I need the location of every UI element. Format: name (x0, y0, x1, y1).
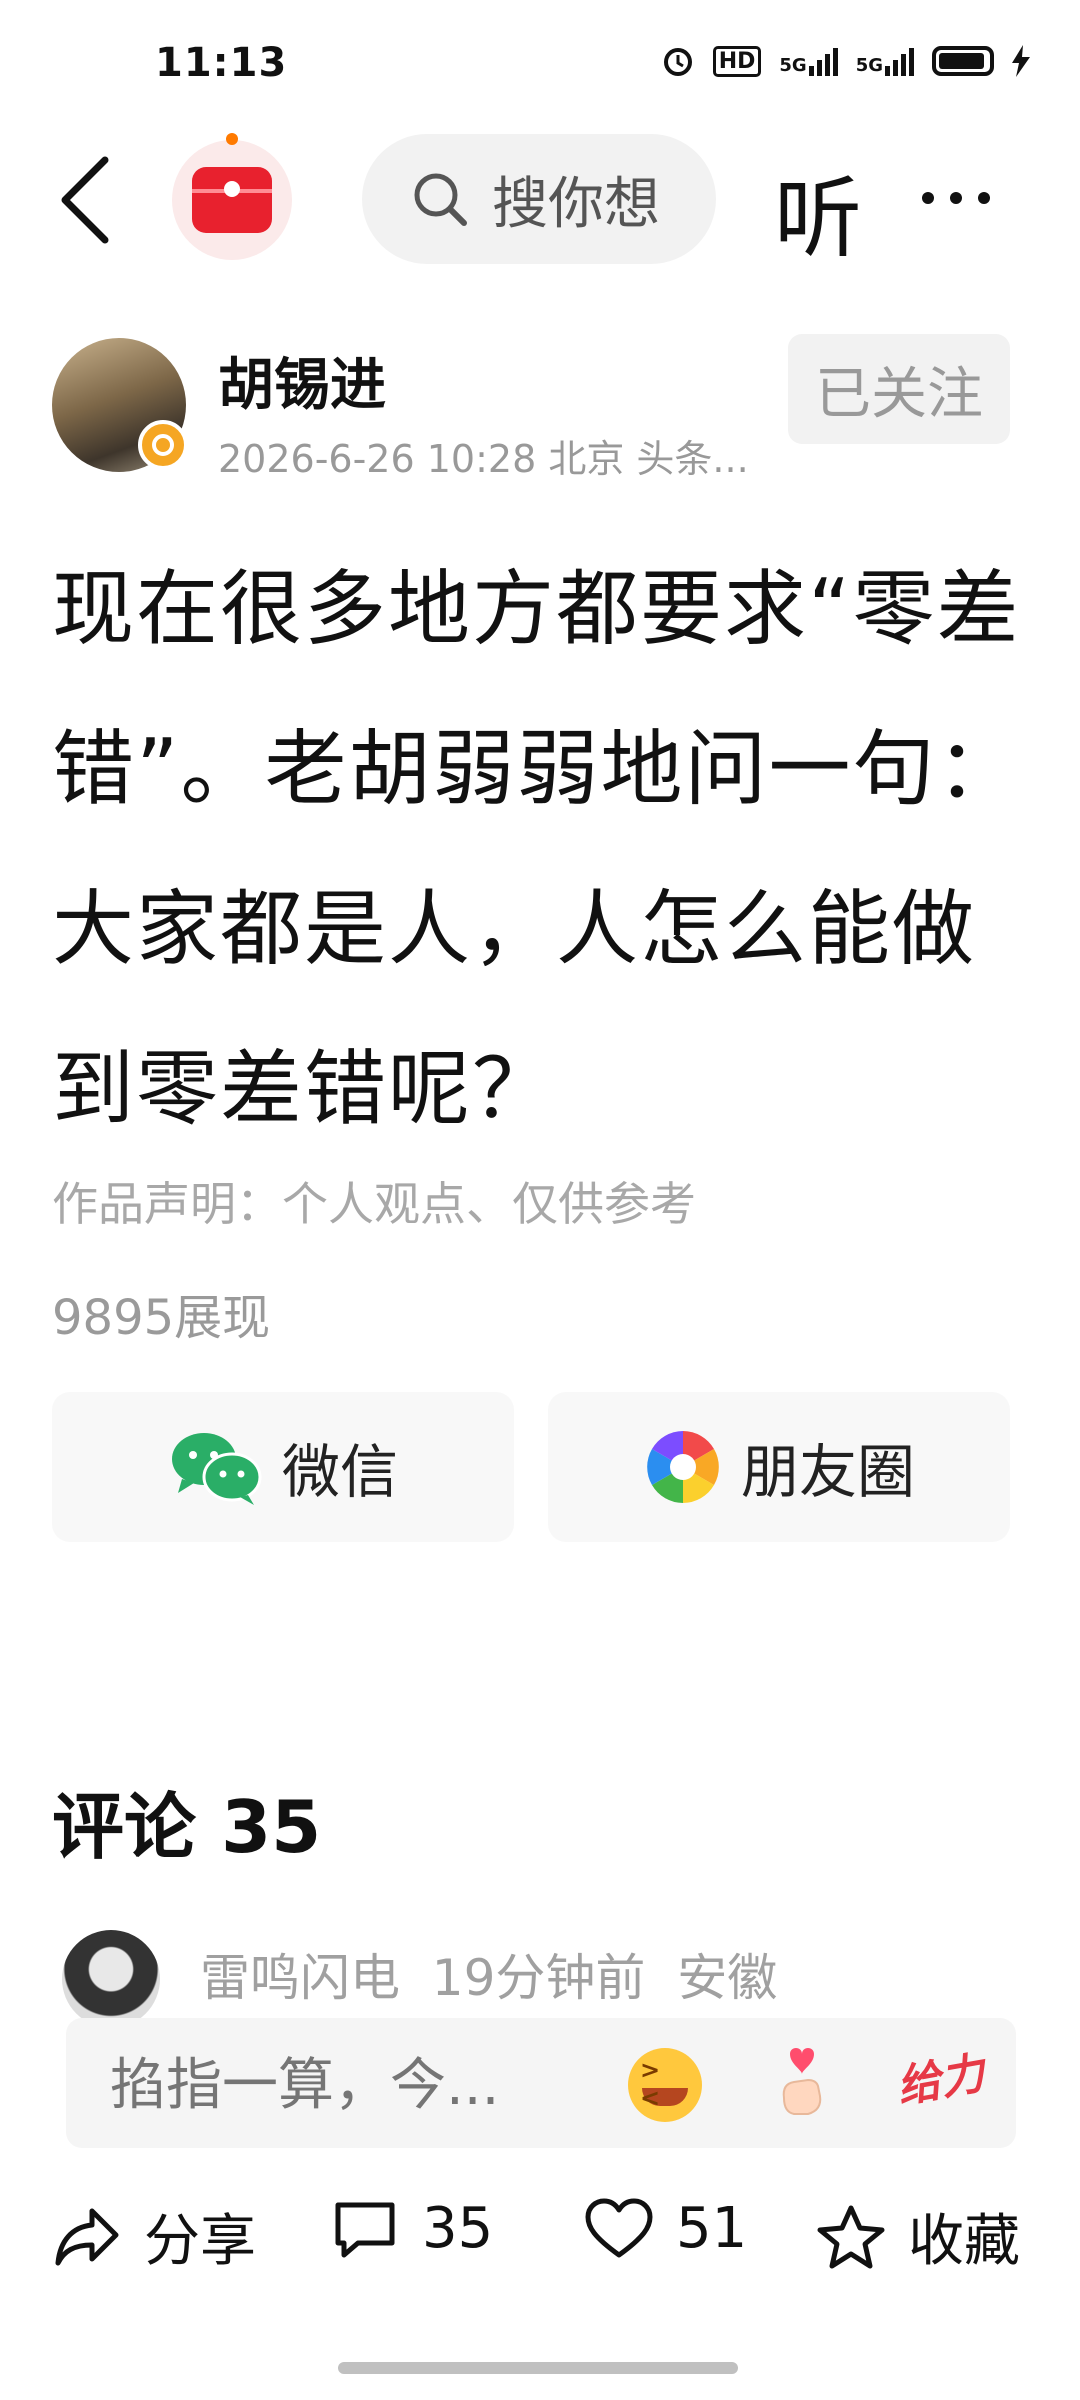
comment-meta: 雷鸣闪电 19分钟前 安徽 (200, 1938, 777, 2010)
more-options-icon[interactable] (922, 192, 990, 204)
view-count: 9895展现 (52, 1290, 271, 1346)
wechat-icon (171, 1433, 262, 1505)
comment-input[interactable] (108, 2044, 572, 2126)
comment-button[interactable]: 35 (330, 2196, 493, 2261)
moments-icon (647, 1431, 719, 1503)
post-meta: 2026-6-26 10:28 北京 头条... (218, 437, 749, 481)
star-icon (817, 2205, 885, 2268)
battery-icon (932, 46, 994, 76)
status-icons: HD 5G 5G (661, 44, 1030, 78)
share-wechat-label: 微信 (281, 1438, 398, 1506)
red-envelope-icon[interactable] (172, 140, 292, 260)
share-moments-label: 朋友圈 (740, 1438, 915, 1506)
commenter-avatar[interactable] (62, 1930, 160, 2028)
laughing-emoji-icon[interactable] (628, 2048, 702, 2122)
comment-count: 35 (422, 2196, 494, 2261)
hd-badge: HD (712, 45, 762, 77)
back-chevron-icon[interactable] (55, 150, 115, 250)
share-arrow-icon (55, 2208, 119, 2265)
post-statement: 作品声明：个人观点、仅供参考 (52, 1177, 696, 1231)
commenter-name[interactable]: 雷鸣闪电 (200, 1949, 400, 2007)
charging-icon (1012, 45, 1030, 77)
alarm-icon (663, 48, 692, 76)
search-icon (414, 173, 467, 226)
status-time: 11:13 (155, 40, 288, 86)
share-button[interactable]: 分享 (52, 2196, 256, 2277)
listen-button[interactable]: 听 (774, 148, 862, 275)
comment-location: 安徽 (677, 1949, 778, 2007)
favorite-button[interactable]: 收藏 (816, 2196, 1020, 2277)
comment-time: 19分钟前 (431, 1949, 646, 2007)
search-bar[interactable]: 搜你想 (362, 134, 716, 264)
share-label: 分享 (144, 2209, 256, 2274)
post-text: 现在很多地方都要求“零差错”。老胡弱弱地问一句：大家都是人，人怎么能做到零差错呢… (52, 562, 1021, 1137)
home-indicator[interactable] (338, 2362, 738, 2374)
notification-dot (226, 133, 238, 145)
author-name[interactable]: 胡锡进 (218, 340, 386, 421)
comments-heading: 评论 35 (52, 1785, 322, 1869)
signal-5g-icon: 5G (779, 46, 838, 76)
like-count: 51 (676, 2196, 748, 2261)
favorite-label: 收藏 (908, 2209, 1020, 2274)
heart-icon (585, 2198, 653, 2257)
finger-heart-emoji-icon[interactable] (768, 2040, 840, 2120)
follow-button[interactable]: 已关注 (788, 334, 1010, 444)
signal-5g-icon-2: 5G (856, 46, 914, 76)
verified-badge-icon (138, 420, 188, 470)
share-wechat-button[interactable]: 微信 (52, 1392, 514, 1542)
comment-bubble-icon (335, 2202, 395, 2257)
share-moments-button[interactable]: 朋友圈 (548, 1392, 1010, 1542)
search-placeholder: 搜你想 (492, 171, 660, 237)
like-button[interactable]: 51 (584, 2196, 747, 2261)
